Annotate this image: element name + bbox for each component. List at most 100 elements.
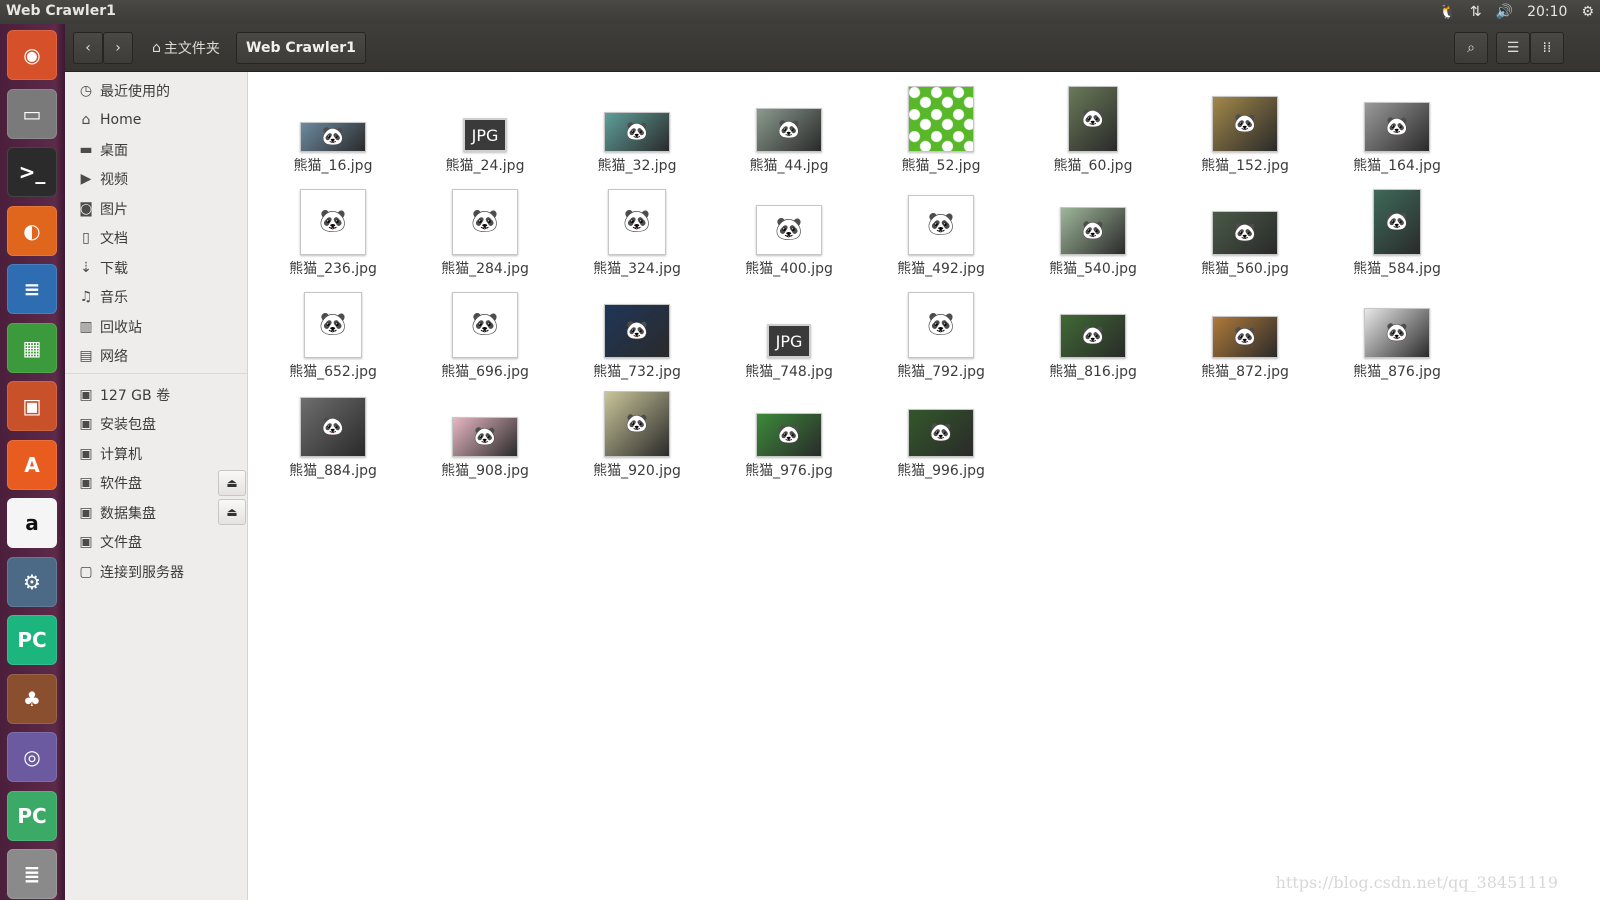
launcher-libreoffice-writer[interactable]: ≡ bbox=[7, 264, 57, 314]
watermark: https://blog.csdn.net/qq_38451119 bbox=[1275, 873, 1558, 892]
terminal-icon: >_ bbox=[18, 160, 46, 184]
image-thumbnail: 🐼 bbox=[1060, 314, 1126, 358]
launcher-ubuntu-dash[interactable]: ◉ bbox=[7, 30, 57, 80]
image-thumbnail: 🐼 bbox=[608, 189, 666, 255]
file-item[interactable]: 🐼 熊猫_996.jpg bbox=[866, 385, 1016, 480]
file-name: 熊猫_732.jpg bbox=[593, 364, 681, 380]
sidebar-item-label: 图片 bbox=[100, 201, 128, 218]
file-item[interactable]: 🐼 熊猫_732.jpg bbox=[562, 286, 712, 381]
file-item[interactable]: 🐼 熊猫_60.jpg bbox=[1018, 80, 1168, 175]
sidebar-device[interactable]: ▣ 计算机 bbox=[65, 439, 247, 468]
file-item[interactable]: 🐼 熊猫_816.jpg bbox=[1018, 286, 1168, 381]
thumbnail-area: 🐼 bbox=[258, 286, 408, 358]
file-name: 熊猫_152.jpg bbox=[1201, 158, 1289, 174]
sidebar-item-label: Home bbox=[100, 112, 142, 128]
file-item[interactable]: 🐼 熊猫_908.jpg bbox=[410, 385, 560, 480]
launcher-pycharm[interactable]: PC bbox=[7, 615, 57, 665]
thumbnail-area: 🐼 bbox=[258, 385, 408, 457]
file-name: 熊猫_60.jpg bbox=[1053, 158, 1133, 174]
launcher-terminal[interactable]: >_ bbox=[7, 147, 57, 197]
eject-button[interactable]: ⏏ bbox=[218, 499, 246, 525]
file-item[interactable]: 🐼 熊猫_792.jpg bbox=[866, 286, 1016, 381]
file-item[interactable]: 🐼 熊猫_884.jpg bbox=[258, 385, 408, 480]
forward-button[interactable]: › bbox=[103, 32, 133, 64]
sidebar-item[interactable]: ▤ 网络 bbox=[65, 342, 247, 371]
file-item[interactable]: 🐼 熊猫_920.jpg bbox=[562, 385, 712, 480]
sidebar-item[interactable]: ▯ 文档 bbox=[65, 224, 247, 253]
sidebar-item[interactable]: ⌂ Home bbox=[65, 106, 247, 135]
panda-icon: 🐼 bbox=[929, 422, 953, 443]
launcher-disk-image[interactable]: ◎ bbox=[7, 732, 57, 782]
launcher-firefox[interactable]: ◐ bbox=[7, 205, 57, 256]
sidebar-item[interactable]: ▥ 回收站 bbox=[65, 312, 247, 341]
file-item[interactable]: 🐼 熊猫_876.jpg bbox=[1322, 286, 1472, 381]
firefox-icon: ◐ bbox=[23, 218, 41, 243]
launcher-software-center[interactable]: A bbox=[7, 439, 57, 490]
file-item[interactable]: 🐼 熊猫_236.jpg bbox=[258, 183, 408, 278]
eject-icon: ⏏ bbox=[226, 505, 238, 519]
sidebar-item[interactable]: ◙ 图片 bbox=[65, 194, 247, 223]
file-item[interactable]: JPG 熊猫_748.jpg bbox=[714, 286, 864, 381]
file-item[interactable]: 🐼 熊猫_584.jpg bbox=[1322, 183, 1472, 278]
back-button[interactable]: ‹ bbox=[73, 32, 103, 64]
file-item[interactable]: JPG 熊猫_24.jpg bbox=[410, 80, 560, 175]
sidebar-item[interactable]: ▬ 桌面 bbox=[65, 135, 247, 164]
thumbnail-area: 🐼 bbox=[562, 385, 712, 457]
sidebar-device[interactable]: ▣ 安装包盘 bbox=[65, 410, 247, 439]
launcher-amazon[interactable]: a bbox=[7, 498, 57, 548]
file-item[interactable]: 🐼 熊猫_32.jpg bbox=[562, 80, 712, 175]
launcher-workspace-stack[interactable]: ≣ bbox=[7, 849, 57, 899]
file-item[interactable]: 🐼 熊猫_540.jpg bbox=[1018, 183, 1168, 278]
volume-icon[interactable]: 🔊 bbox=[1496, 4, 1513, 20]
launcher-pycharm-stack[interactable]: PC bbox=[7, 790, 57, 841]
clock[interactable]: 20:10 bbox=[1527, 4, 1567, 20]
sidebar-item[interactable]: ▶ 视频 bbox=[65, 165, 247, 194]
file-item[interactable]: 🐼 熊猫_652.jpg bbox=[258, 286, 408, 381]
breadcrumb-current[interactable]: Web Crawler1 bbox=[236, 32, 366, 64]
file-item[interactable]: 🐼 熊猫_400.jpg bbox=[714, 183, 864, 278]
launcher-system-settings[interactable]: ⚙ bbox=[7, 556, 57, 607]
file-name: 熊猫_884.jpg bbox=[289, 463, 377, 479]
sidebar-item[interactable]: ♫ 音乐 bbox=[65, 283, 247, 312]
sidebar-item-label: 桌面 bbox=[100, 142, 128, 159]
launcher: ◉ ▭ >_ ◐ ≡ ▦ ▣ Aa ⚙ PC ♣ ◎ PC ≣ bbox=[0, 24, 65, 900]
list-view-button[interactable]: ☰ bbox=[1496, 32, 1530, 64]
thumbnail-area: 🐼 bbox=[562, 286, 712, 358]
grid-view-icon: ⁞⁞ bbox=[1542, 40, 1552, 56]
file-item[interactable]: 🐼 熊猫_492.jpg bbox=[866, 183, 1016, 278]
file-item[interactable]: 🐼 熊猫_152.jpg bbox=[1170, 80, 1320, 175]
image-thumbnail: 🐼 bbox=[604, 304, 670, 358]
grid-view-button[interactable]: ⁞⁞ bbox=[1530, 32, 1564, 64]
sidebar-item[interactable]: ◷ 最近使用的 bbox=[65, 76, 247, 105]
breadcrumb-home[interactable]: ⌂ 主文件夹 bbox=[143, 32, 229, 64]
panda-icon: 🐼 bbox=[1385, 322, 1409, 343]
file-item[interactable]: 🐼 熊猫_284.jpg bbox=[410, 183, 560, 278]
sidebar-device[interactable]: ▢ 连接到服务器 bbox=[65, 557, 247, 586]
file-item[interactable]: 🐼 熊猫_696.jpg bbox=[410, 286, 560, 381]
file-item[interactable]: 🐼 熊猫_560.jpg bbox=[1170, 183, 1320, 278]
image-thumbnail: 🐼 bbox=[1364, 308, 1430, 358]
breadcrumb-home-label: 主文件夹 bbox=[163, 41, 220, 57]
settings-gear-icon[interactable]: ⚙ bbox=[1581, 4, 1594, 20]
file-item[interactable]: 🐼 熊猫_164.jpg bbox=[1322, 80, 1472, 175]
sidebar-device[interactable]: ▣ 文件盘 bbox=[65, 528, 247, 557]
tux-icon[interactable]: 🐧 bbox=[1438, 4, 1455, 20]
launcher-files[interactable]: ▭ bbox=[7, 88, 57, 139]
file-item[interactable]: 🐼 熊猫_324.jpg bbox=[562, 183, 712, 278]
file-item[interactable]: 熊猫_52.jpg bbox=[866, 80, 1016, 175]
sidebar-item[interactable]: ⇣ 下载 bbox=[65, 253, 247, 282]
thumbnail-area: JPG bbox=[410, 80, 560, 152]
sidebar-device[interactable]: ▣ 127 GB 卷 bbox=[65, 380, 247, 409]
launcher-libreoffice-impress[interactable]: ▣ bbox=[7, 381, 57, 431]
eject-button[interactable]: ⏏ bbox=[218, 469, 246, 496]
launcher-libreoffice-calc[interactable]: ▦ bbox=[7, 322, 57, 373]
thumbnail-area: 🐼 bbox=[258, 80, 408, 152]
file-item[interactable]: 🐼 熊猫_976.jpg bbox=[714, 385, 864, 480]
file-item[interactable]: 🐼 熊猫_44.jpg bbox=[714, 80, 864, 175]
file-item[interactable]: 🐼 熊猫_872.jpg bbox=[1170, 286, 1320, 381]
file-item[interactable]: 🐼 熊猫_16.jpg bbox=[258, 80, 408, 175]
panda-icon: 🐼 bbox=[1233, 326, 1257, 347]
search-button[interactable]: ⌕ bbox=[1454, 32, 1488, 64]
launcher-playonlinux[interactable]: ♣ bbox=[7, 673, 57, 724]
network-icon[interactable]: ⇅ bbox=[1470, 4, 1482, 20]
